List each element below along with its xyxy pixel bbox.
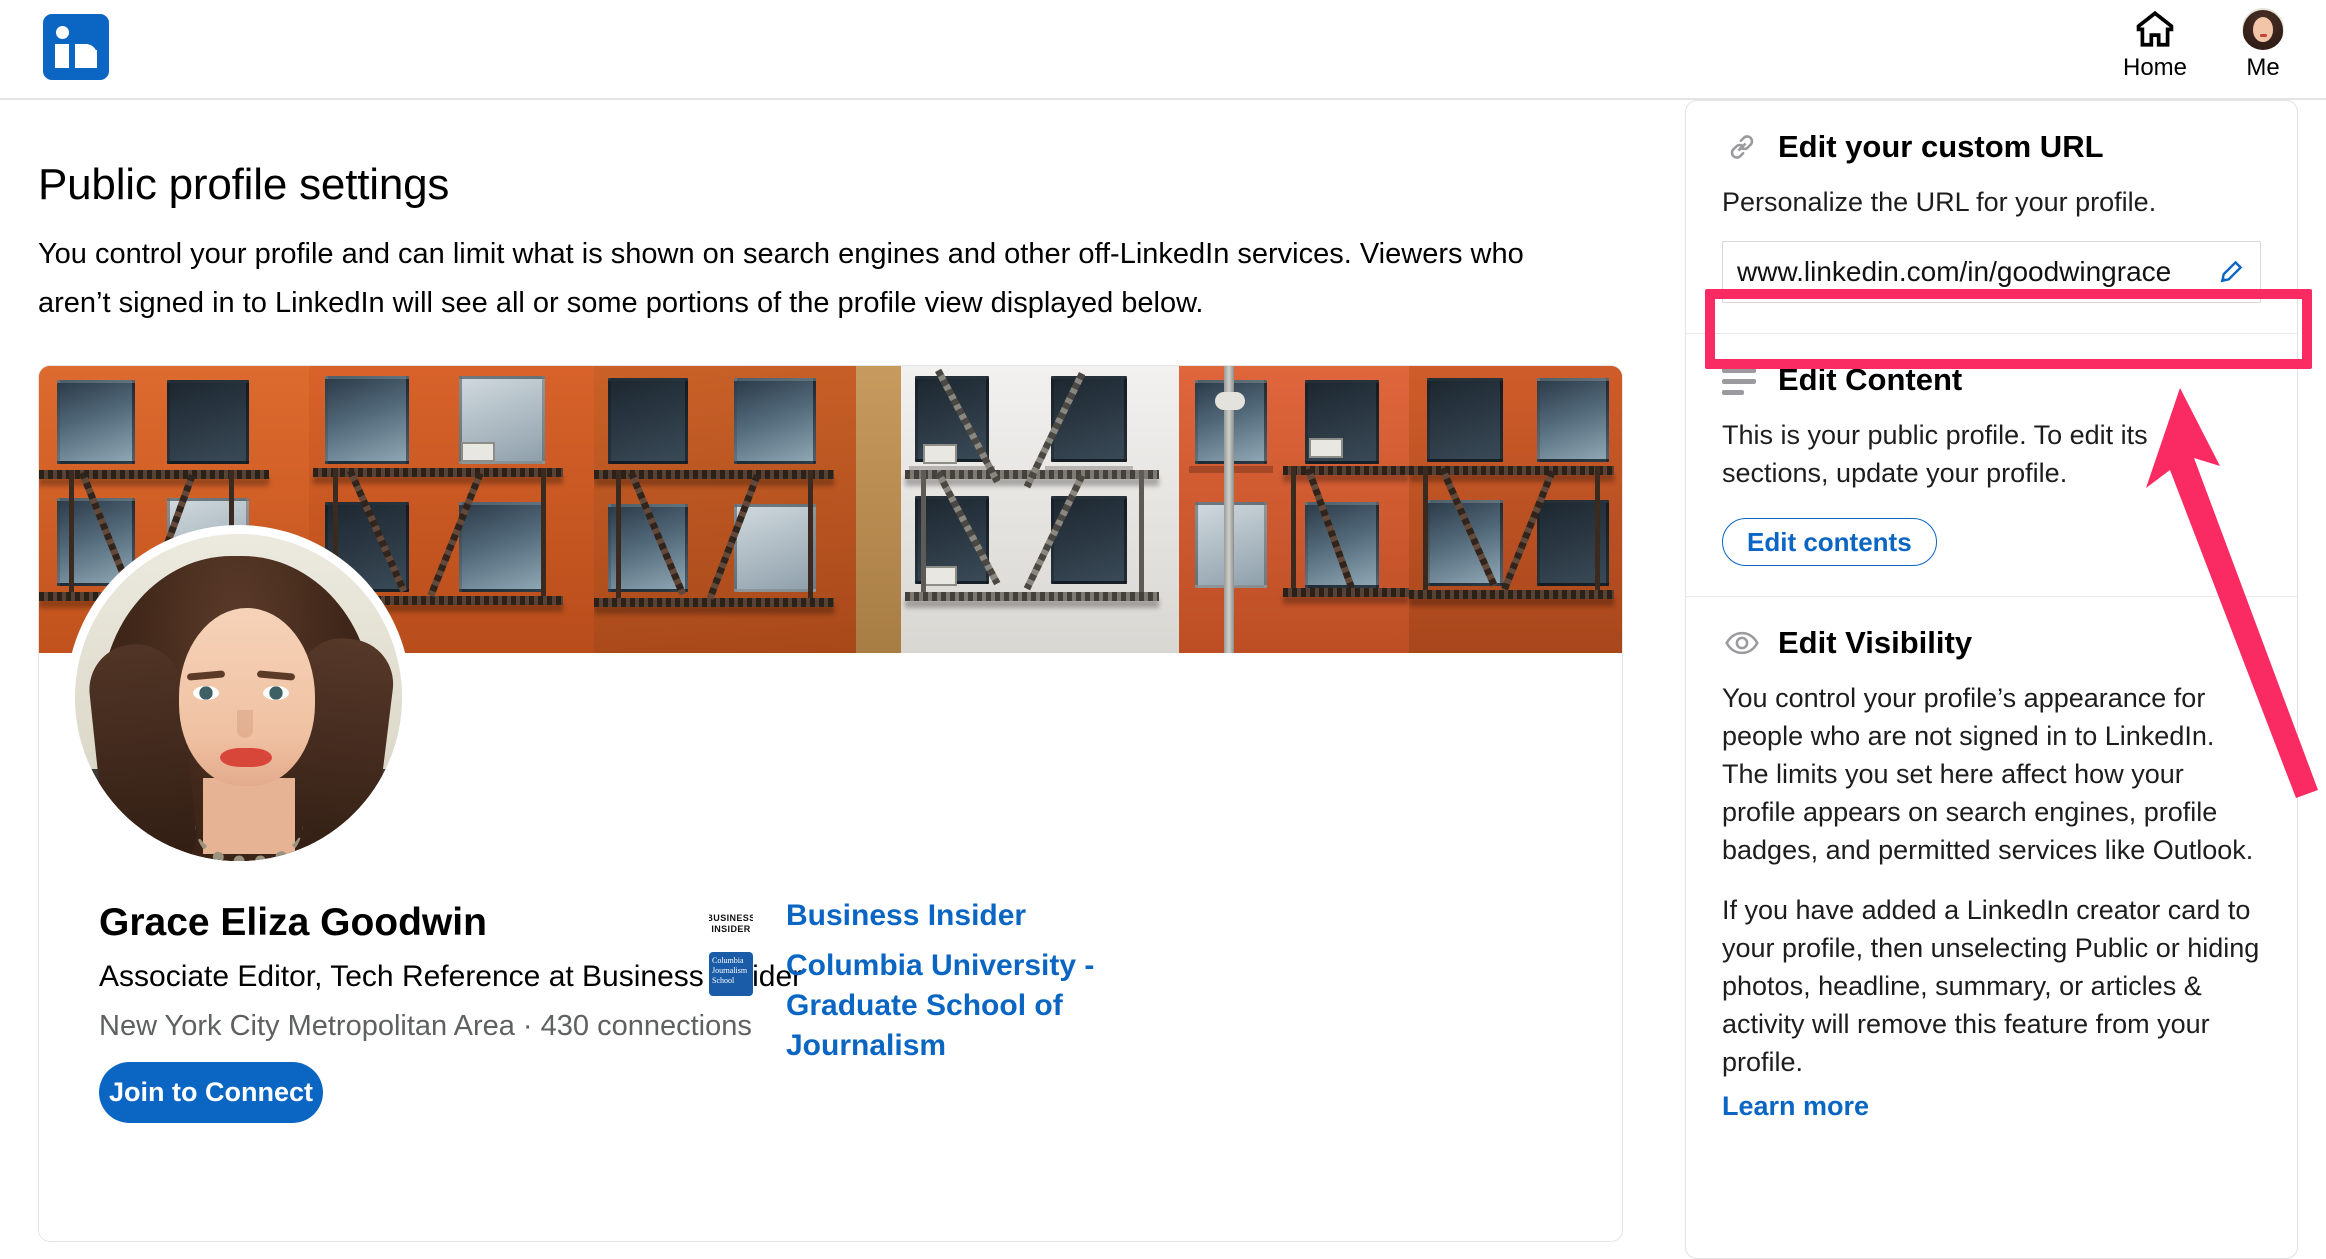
affiliation-school-label: Columbia University - Graduate School of… (786, 946, 1206, 1066)
section-custom-url-body: Personalize the URL for your profile. (1722, 167, 2261, 221)
portrait-lips (220, 748, 272, 767)
profile-location-connections: New York City Metropolitan Area · 430 co… (99, 1010, 752, 1043)
section-edit-visibility-body-2: If you have added a LinkedIn creator car… (1722, 869, 2261, 1081)
affiliation-company-label: Business Insider (786, 896, 1026, 936)
avatar-lips (2260, 34, 2267, 37)
settings-sidebar-card: Edit your custom URL Personalize the URL… (1685, 100, 2298, 1259)
portrait-eye-right (263, 686, 289, 700)
top-navigation-bar: Home Me (0, 0, 2326, 100)
logo-dot (56, 26, 69, 39)
eye-icon (1722, 623, 1762, 663)
section-edit-content-body: This is your public profile. To edit its… (1722, 400, 2261, 492)
pencil-icon[interactable] (2216, 257, 2246, 287)
page-title: Public profile settings (38, 160, 449, 210)
linkedin-logo[interactable] (43, 14, 109, 80)
profile-photo[interactable] (66, 525, 411, 870)
business-insider-logo: BUSINESS INSIDER (709, 902, 753, 946)
affiliation-company[interactable]: BUSINESS INSIDER Business Insider (709, 896, 1026, 946)
profile-name: Grace Eliza Goodwin (99, 901, 487, 945)
logo-n-right (84, 50, 97, 68)
content-lines-icon (1722, 360, 1762, 400)
affiliation-school[interactable]: Columbia Journalism School Columbia Univ… (709, 946, 1206, 1066)
section-edit-content-title: Edit Content (1778, 362, 1962, 398)
street-lamp-head (1215, 392, 1245, 410)
page-body: Public profile settings You control your… (0, 100, 2326, 1259)
custom-url-value: www.linkedin.com/in/goodwingrace (1737, 256, 2216, 288)
edit-contents-button[interactable]: Edit contents (1722, 518, 1937, 566)
nav-item-home-label: Home (2123, 54, 2187, 82)
portrait-necklace (195, 824, 303, 861)
cover-building-4 (1179, 366, 1409, 653)
section-edit-visibility-body-1: You control your profile’s appearance fo… (1722, 663, 2261, 869)
section-edit-content: Edit Content This is your public profile… (1686, 333, 2297, 596)
portrait-eye-left (193, 686, 219, 700)
columbia-journalism-school-logo: Columbia Journalism School (709, 952, 753, 996)
custom-url-field[interactable]: www.linkedin.com/in/goodwingrace (1722, 241, 2261, 303)
cover-building-tan (856, 366, 901, 653)
cover-building-5 (1409, 366, 1623, 653)
nav-item-me-label: Me (2246, 54, 2279, 82)
public-profile-preview-card: Grace Eliza Goodwin Associate Editor, Te… (38, 365, 1623, 1242)
cover-building-white (901, 366, 1179, 653)
profile-headline: Associate Editor, Tech Reference at Busi… (99, 960, 802, 994)
avatar-face (2253, 17, 2273, 42)
learn-more-link[interactable]: Learn more (1722, 1091, 1869, 1122)
portrait-nose (237, 710, 253, 738)
nav-item-me[interactable]: Me (2208, 8, 2318, 90)
join-to-connect-button[interactable]: Join to Connect (99, 1062, 323, 1123)
section-edit-visibility: Edit Visibility You control your profile… (1686, 596, 2297, 1122)
page-description: You control your profile and can limit w… (38, 230, 1588, 328)
home-icon (2134, 8, 2176, 50)
section-custom-url-title: Edit your custom URL (1778, 129, 2104, 165)
link-icon (1722, 127, 1762, 167)
nav-item-home[interactable]: Home (2100, 8, 2210, 90)
cover-building-3 (594, 366, 856, 653)
logo-i-stem (55, 44, 69, 68)
section-edit-visibility-title: Edit Visibility (1778, 625, 1972, 661)
section-custom-url: Edit your custom URL Personalize the URL… (1686, 101, 2297, 333)
avatar (2242, 8, 2284, 50)
